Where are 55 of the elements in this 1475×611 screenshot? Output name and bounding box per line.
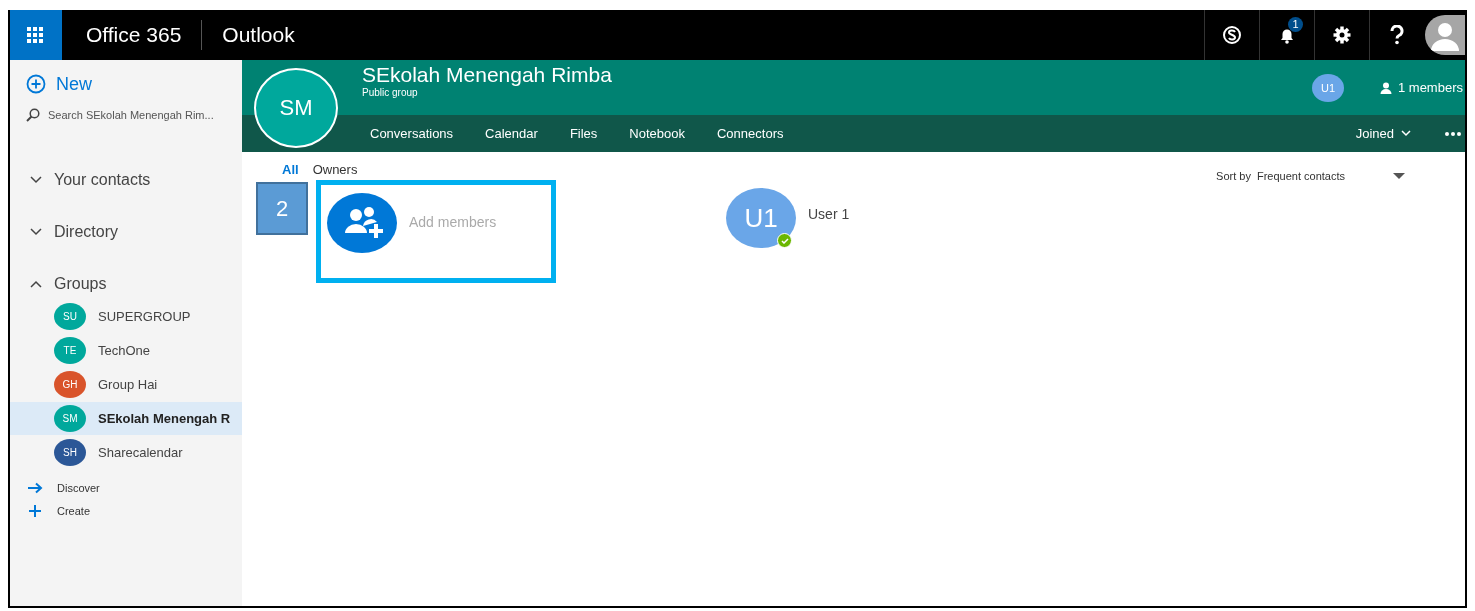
group-name: TechOne	[98, 343, 151, 358]
section-header[interactable]: Groups	[30, 272, 107, 296]
profile-avatar[interactable]	[1425, 15, 1465, 55]
app-launcher-button[interactable]	[10, 10, 62, 60]
grid-icon	[26, 26, 44, 44]
skype-icon	[1222, 25, 1242, 45]
group-avatar: SM	[54, 405, 86, 432]
user-name[interactable]: User 1	[808, 206, 850, 222]
group-name: SEkolah Menengah R	[98, 411, 231, 426]
group-avatar: SH	[54, 439, 86, 466]
plus-circle-icon	[26, 74, 46, 94]
more-icon	[1445, 131, 1461, 136]
group-item[interactable]: GH Group Hai	[10, 368, 242, 401]
group-avatar: SU	[54, 303, 86, 330]
section-header[interactable]: Directory	[30, 220, 118, 244]
group-type: Public group	[362, 87, 419, 98]
person-icon	[1379, 81, 1392, 94]
notification-badge: 1	[1288, 17, 1303, 32]
new-button[interactable]: New	[26, 72, 92, 96]
discover-link[interactable]: Discover	[27, 479, 242, 496]
section-header[interactable]: Your contacts	[30, 168, 151, 192]
nav-tab[interactable]: Files	[569, 126, 598, 141]
filter-tab[interactable]: All	[282, 162, 299, 177]
sort-label: Sort by	[1216, 170, 1251, 182]
group-avatar: TE	[54, 337, 86, 364]
group-avatar: GH	[54, 371, 86, 398]
settings-icon	[1332, 25, 1352, 45]
nav-tab[interactable]: Calendar	[485, 126, 538, 141]
group-item[interactable]: SM SEkolah Menengah R	[10, 402, 242, 435]
sort-dropdown[interactable]: Frequent contacts	[1256, 170, 1405, 182]
group-item[interactable]: TE TechOne	[10, 334, 242, 367]
joined-button[interactable]: Joined	[1355, 126, 1411, 141]
app-name[interactable]: Outlook	[201, 20, 315, 50]
nav-tab[interactable]: Conversations	[370, 126, 454, 141]
search-field[interactable]: Search SEkolah Menengah Rim...	[26, 108, 234, 122]
filter-tab[interactable]: Owners	[312, 162, 358, 177]
group-name: Group Hai	[98, 377, 158, 392]
nav-tab[interactable]: Notebook	[629, 126, 685, 141]
group-name: SUPERGROUP	[98, 309, 191, 324]
search-icon	[26, 108, 40, 122]
group-title: SEkolah Menengah Rimba	[362, 63, 612, 87]
step-callout: 2	[256, 182, 308, 235]
caret-icon	[1393, 172, 1405, 180]
nav-tab[interactable]: Connectors	[717, 126, 784, 141]
add-people-icon	[327, 193, 397, 253]
help-icon	[1389, 25, 1405, 45]
plus-icon	[27, 503, 43, 518]
group-item[interactable]: SU SUPERGROUP	[10, 300, 242, 333]
arrow-right-icon	[27, 481, 43, 494]
suite-title[interactable]: Office 365	[66, 20, 202, 50]
create-link[interactable]: Create	[27, 502, 242, 519]
group-name: Sharecalendar	[98, 445, 183, 460]
group-item[interactable]: SH Sharecalendar	[10, 436, 242, 469]
members-button[interactable]: 1 members	[1379, 80, 1463, 95]
chevron-down-icon	[1401, 130, 1411, 137]
